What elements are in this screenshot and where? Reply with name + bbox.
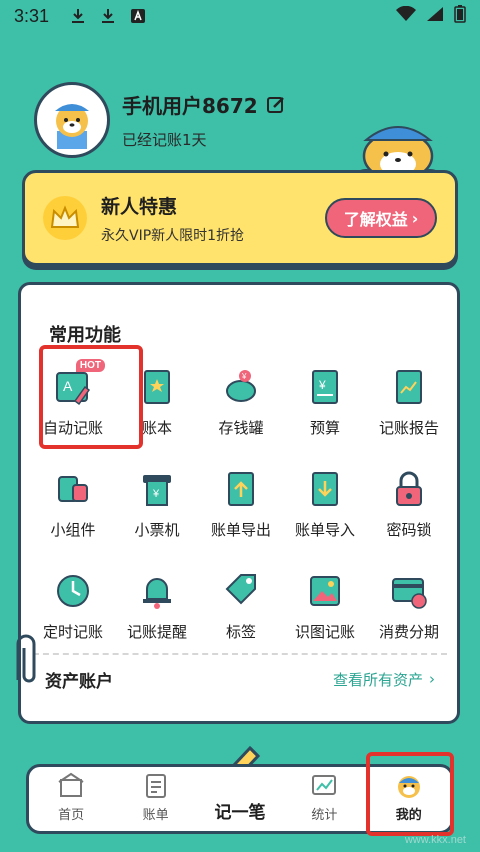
dog-avatar-icon xyxy=(55,104,89,149)
function-item-label: 消费分期 xyxy=(378,623,439,641)
svg-text:¥: ¥ xyxy=(241,372,247,381)
battery-icon xyxy=(454,4,466,28)
function-grid: A HOT 自动记账 账本 ¥ 存钱罐 ¥ 预算 记账报告小组件 ¥ 小票机 账单导出 账单导入 密码锁定… xyxy=(31,359,451,647)
bookkeeping-days: 已经记账1天 xyxy=(122,131,207,149)
export-bill-icon xyxy=(221,469,261,509)
wifi-icon xyxy=(396,5,416,27)
installment-icon xyxy=(389,571,429,611)
view-all-assets-label: 查看所有资产 xyxy=(332,670,423,689)
function-item-label: 存钱罐 xyxy=(218,419,264,437)
function-item-label: 账单导入 xyxy=(294,521,355,539)
receipt-printer-icon: ¥ xyxy=(137,469,177,509)
function-item-label: 自动记账 xyxy=(42,419,103,437)
tab-bill-label: 账单 xyxy=(142,808,169,823)
function-item[interactable]: 账单导入 xyxy=(283,465,367,545)
tab-mine[interactable]: 我的 xyxy=(374,772,444,823)
function-item[interactable]: A HOT 自动记账 xyxy=(31,359,115,443)
view-all-assets-link[interactable]: 查看所有资产 › xyxy=(333,669,435,690)
tab-mine-label: 我的 xyxy=(395,808,422,823)
report-icon xyxy=(389,367,429,407)
paperclip-icon xyxy=(16,634,36,683)
chevron-right-icon: › xyxy=(411,208,419,228)
svg-text:¥: ¥ xyxy=(152,488,160,500)
widget-icon xyxy=(53,469,93,509)
function-item[interactable]: 定时记账 xyxy=(31,567,115,647)
function-item[interactable]: 消费分期 xyxy=(367,567,451,647)
function-item-label: 预算 xyxy=(309,419,340,437)
function-item[interactable]: 识图记账 xyxy=(283,567,367,647)
common-functions-card: 常用功能 A HOT 自动记账 账本 ¥ 存钱罐 ¥ 预算 记账报告小组件 ¥ 小票机 账单导出 账单导… xyxy=(18,282,460,724)
function-item-label: 识图记账 xyxy=(294,623,355,641)
function-item-label: 账本 xyxy=(141,419,172,437)
app-notification-icon xyxy=(129,7,147,25)
status-time: 3:31 xyxy=(14,5,50,26)
username[interactable]: 手机用户8672 xyxy=(122,90,286,119)
status-bar: 3:31 xyxy=(0,0,480,32)
learn-benefits-button[interactable]: 了解权益 › xyxy=(325,198,437,238)
assets-title: 资产账户 xyxy=(45,671,113,692)
function-item[interactable]: 账单导出 xyxy=(199,465,283,545)
function-item-label: 定时记账 xyxy=(42,623,103,641)
download-icon xyxy=(69,7,87,25)
function-item-label: 密码锁 xyxy=(386,521,432,539)
function-item[interactable]: 记账提醒 xyxy=(115,567,199,647)
tag-icon xyxy=(221,571,261,611)
ledger-icon xyxy=(137,367,177,407)
profile-header[interactable]: 手机用户8672 已经记账1天 xyxy=(34,82,286,158)
function-item[interactable]: ¥ 小票机 xyxy=(115,465,199,545)
tab-bill[interactable]: 账单 xyxy=(121,772,191,823)
tab-home[interactable]: 首页 xyxy=(36,772,106,823)
image-recognition-icon xyxy=(305,571,345,611)
section-title: 常用功能 xyxy=(49,325,121,346)
piggy-bank-icon: ¥ xyxy=(221,367,261,407)
function-item-label: 记账提醒 xyxy=(126,623,187,641)
svg-text:¥: ¥ xyxy=(318,378,326,392)
hot-badge: HOT xyxy=(75,359,105,372)
vip-subtitle: 永久VIP新人限时1折抢 xyxy=(101,227,245,244)
vip-title: 新人特惠 xyxy=(101,195,178,218)
crown-icon xyxy=(43,196,87,240)
chevron-right-icon: › xyxy=(429,670,435,688)
function-item[interactable]: ¥ 预算 xyxy=(283,363,367,443)
svg-text:A: A xyxy=(63,378,73,394)
username-text: 手机用户8672 xyxy=(122,94,258,118)
avatar[interactable] xyxy=(34,82,110,158)
clock-icon xyxy=(53,571,93,611)
home-icon xyxy=(58,772,84,797)
bell-icon xyxy=(137,571,177,611)
lock-icon xyxy=(389,469,429,509)
download-icon xyxy=(99,7,117,25)
function-item[interactable]: ¥ 存钱罐 xyxy=(199,363,283,443)
function-item-label: 标签 xyxy=(225,623,256,641)
function-item[interactable]: 密码锁 xyxy=(367,465,451,545)
import-bill-icon xyxy=(305,469,345,509)
function-item[interactable]: 账本 xyxy=(115,363,199,443)
bill-icon xyxy=(145,774,166,798)
tab-stats[interactable]: 统计 xyxy=(289,772,359,823)
function-item[interactable]: 记账报告 xyxy=(367,363,451,443)
function-item[interactable]: 标签 xyxy=(199,567,283,647)
tab-stats-label: 统计 xyxy=(311,808,338,823)
signal-icon xyxy=(426,6,444,27)
dog-profile-icon xyxy=(397,776,420,798)
learn-benefits-label: 了解权益 xyxy=(343,210,408,229)
chart-icon xyxy=(312,775,337,795)
auto-bookkeeping-icon: A xyxy=(53,367,93,407)
vip-promo-card[interactable]: 新人特惠 永久VIP新人限时1折抢 了解权益 › xyxy=(22,170,458,266)
function-item-label: 小组件 xyxy=(50,521,96,539)
function-item-label: 账单导出 xyxy=(210,521,271,539)
tab-record[interactable]: 记一笔 xyxy=(205,798,275,823)
function-item-label: 记账报告 xyxy=(378,419,439,437)
assets-row[interactable]: 资产账户 查看所有资产 › xyxy=(33,653,447,703)
edit-icon[interactable] xyxy=(266,95,286,115)
bottom-tab-bar: 首页 账单 记一笔 统计 我的 xyxy=(26,764,454,834)
tab-home-label: 首页 xyxy=(58,808,85,823)
watermark: www.kkx.net xyxy=(404,834,466,846)
function-item-label: 小票机 xyxy=(134,521,180,539)
tab-record-label: 记一笔 xyxy=(214,803,266,823)
function-item[interactable]: 小组件 xyxy=(31,465,115,545)
budget-icon: ¥ xyxy=(305,367,345,407)
